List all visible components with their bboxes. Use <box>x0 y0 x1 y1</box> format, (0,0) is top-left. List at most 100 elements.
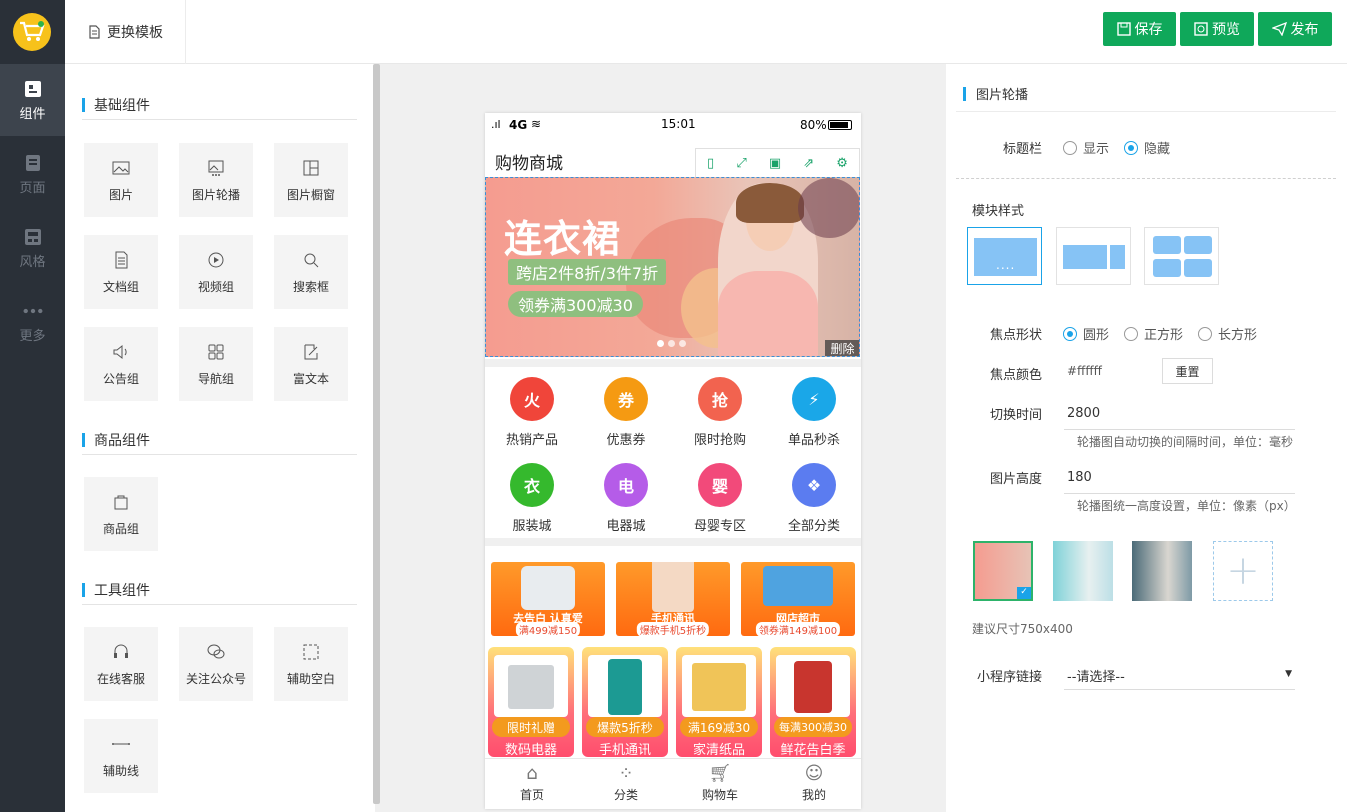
tile-image[interactable]: 图片 <box>84 143 158 217</box>
tile-goods[interactable]: 商品组 <box>84 477 158 551</box>
change-template-label: 更换模板 <box>107 25 163 41</box>
nav-item-appliance[interactable]: 电电器城 <box>579 463 673 534</box>
nav-item-coupon[interactable]: 券优惠券 <box>579 377 673 448</box>
nav-item-baby[interactable]: 婴母婴专区 <box>673 463 767 534</box>
product-card[interactable]: 每满300减30 鲜花告白季 <box>770 647 856 757</box>
carousel-banner[interactable]: 连衣裙 跨店2件8折/3件7折 领券满300减30 删除 <box>485 177 860 357</box>
nav-label: 服装城 <box>512 519 552 534</box>
promo-card[interactable]: 去告白 认真爱 满499减150 <box>491 562 605 636</box>
save-module-icon[interactable]: ▣ <box>769 156 781 171</box>
nav-label: 单品秒杀 <box>787 433 840 448</box>
tile-label: 富文本 <box>292 371 329 386</box>
nav-item-flash-sale[interactable]: 抢限时抢购 <box>673 377 767 448</box>
promo-image <box>652 562 694 612</box>
expand-icon[interactable]: ⤢ <box>736 156 746 171</box>
product-name: 手机通讯 <box>598 743 651 757</box>
change-template-button[interactable]: 更换模板 <box>65 0 186 64</box>
tile-carousel[interactable]: 图片轮播 <box>179 143 253 217</box>
tile-blank[interactable]: 辅助空白 <box>274 627 348 701</box>
banner-headline: 连衣裙 <box>504 217 622 261</box>
rail-item-components[interactable]: 组件 <box>0 64 65 136</box>
panel-title-text: 图片轮播 <box>976 88 1029 103</box>
rail-item-page[interactable]: 页面 <box>0 138 65 210</box>
switch-time-input[interactable]: 2800 <box>1064 400 1295 430</box>
left-scrollbar[interactable] <box>373 64 380 804</box>
product-card[interactable]: 爆款5折秒 手机通讯 <box>582 647 668 757</box>
tile-video[interactable]: 视频组 <box>179 235 253 309</box>
nav-item-seckill[interactable]: ⚡ 单品秒杀 <box>767 377 861 448</box>
tile-follow-account[interactable]: 关注公众号 <box>179 627 253 701</box>
nav-item-clothing[interactable]: 衣服装城 <box>485 463 579 534</box>
rail-item-more[interactable]: 更多 <box>0 286 65 358</box>
speaker-icon <box>113 344 127 359</box>
top-bar: 更换模板 保存 预览 发布 <box>65 0 1347 64</box>
product-card[interactable]: 限时礼赠 数码电器 <box>488 647 574 757</box>
mini-program-link-label: 小程序链接 <box>977 670 1043 685</box>
tab-cart[interactable]: 🛒︎ 购物车 <box>673 763 767 803</box>
tile-notice[interactable]: 公告组 <box>84 327 158 401</box>
mini-program-link-select[interactable]: --请选择-- ▼ <box>1064 660 1295 690</box>
carousel-thumb-3[interactable] <box>1132 541 1192 601</box>
publish-label: 发布 <box>1290 22 1319 38</box>
tile-document[interactable]: 文档组 <box>84 235 158 309</box>
tile-label: 图片橱窗 <box>286 187 335 202</box>
divider <box>956 178 1336 179</box>
tile-customer-service[interactable]: 在线客服 <box>84 627 158 701</box>
tab-label: 购物车 <box>701 788 738 802</box>
carousel-thumb-2[interactable] <box>1053 541 1113 601</box>
tab-profile[interactable]: ☺ 我的 <box>767 763 861 803</box>
reset-button[interactable]: 重置 <box>1162 358 1213 384</box>
carousel-thumb-1[interactable]: ✓ <box>973 541 1033 601</box>
focus-shape-square-radio[interactable]: 正方形 <box>1124 324 1183 343</box>
nav-item-all[interactable]: ❖ 全部分类 <box>767 463 861 534</box>
phone-mode-icon[interactable]: ▯ <box>707 156 714 171</box>
preview-button[interactable]: 预览 <box>1180 12 1254 46</box>
section-title-text: 工具组件 <box>94 582 150 599</box>
tile-label: 导航组 <box>197 371 234 386</box>
tile-divider[interactable]: 辅助线 <box>84 719 158 793</box>
section-title-text: 商品组件 <box>94 432 150 449</box>
tab-category[interactable]: ⁘ 分类 <box>579 763 673 803</box>
share-icon[interactable]: ⇗ <box>803 156 814 171</box>
style-option-full[interactable]: .... <box>967 227 1042 285</box>
radio-label: 显示 <box>1083 142 1110 157</box>
save-icon <box>1116 22 1131 36</box>
product-card[interactable]: 满169减30 家清纸品 <box>676 647 762 757</box>
rail-item-style[interactable]: 风格 <box>0 212 65 284</box>
style-option-split[interactable] <box>1056 227 1131 285</box>
carousel-dot[interactable] <box>679 340 686 347</box>
carousel-dot[interactable] <box>657 340 664 347</box>
focus-shape-rect-radio[interactable]: 长方形 <box>1198 324 1257 343</box>
tile-navigation[interactable]: 导航组 <box>179 327 253 401</box>
focus-color-value[interactable]: #ffffff <box>1067 364 1102 378</box>
titlebar-show-radio[interactable]: 显示 <box>1063 138 1109 157</box>
promo-card[interactable]: 网店超市 领券满149减100 <box>741 562 855 636</box>
home-icon: ⌂ <box>526 763 538 784</box>
tab-label: 首页 <box>519 788 544 802</box>
tab-home[interactable]: ⌂ 首页 <box>485 763 579 803</box>
publish-button[interactable]: 发布 <box>1258 12 1332 46</box>
radio-label: 隐藏 <box>1144 142 1171 157</box>
nav-label: 优惠券 <box>606 433 646 448</box>
divider <box>485 538 861 546</box>
tile-showcase[interactable]: 图片橱窗 <box>274 143 348 217</box>
image-height-input[interactable]: 180 <box>1064 464 1295 494</box>
tile-search[interactable]: 搜索框 <box>274 235 348 309</box>
focus-shape-circle-radio[interactable]: 圆形 <box>1063 324 1109 343</box>
titlebar-hide-radio[interactable]: 隐藏 <box>1124 138 1170 157</box>
coupon-icon: 券 <box>604 377 648 421</box>
user-icon: ☺ <box>804 763 824 784</box>
settings-icon[interactable]: ⚙ <box>836 156 848 171</box>
shop-title: 购物商城 <box>495 154 563 174</box>
wifi-icon: ≋ <box>531 117 542 131</box>
caret-down-icon: ▼ <box>1285 669 1292 679</box>
carousel-dot[interactable] <box>668 340 675 347</box>
style-option-grid[interactable] <box>1144 227 1219 285</box>
section-title-basic: 基础组件 <box>82 90 357 120</box>
save-button[interactable]: 保存 <box>1103 12 1176 46</box>
promo-card[interactable]: 手机通讯 爆款手机5折秒 <box>616 562 730 636</box>
delete-button[interactable]: 删除 <box>825 340 859 356</box>
add-image-button[interactable]: + <box>1213 541 1273 601</box>
nav-item-hot[interactable]: 火热销产品 <box>485 377 579 448</box>
tile-rich-text[interactable]: 富文本 <box>274 327 348 401</box>
